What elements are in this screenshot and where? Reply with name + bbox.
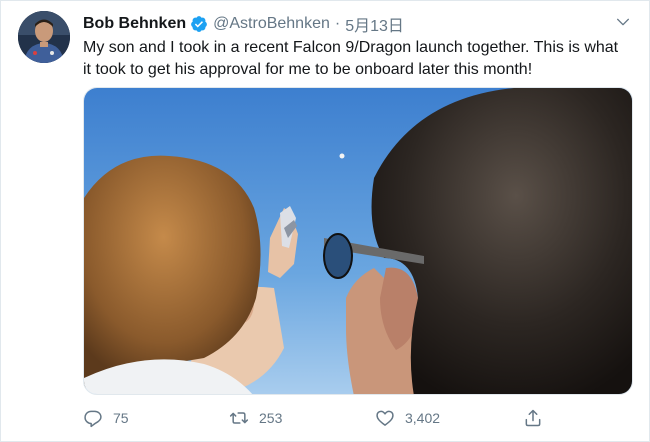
like-button[interactable]: 3,402 (375, 405, 440, 431)
tweet-header: Bob Behnken @AstroBehnken · 5月13日 (83, 13, 619, 35)
avatar[interactable] (18, 11, 70, 63)
tweet-actions: 75 253 3,402 (83, 405, 553, 431)
separator-dot: · (334, 15, 341, 32)
verified-badge-icon (191, 16, 207, 32)
like-count: 3,402 (405, 410, 441, 426)
tweet-card: Bob Behnken @AstroBehnken · 5月13日 My son… (0, 0, 650, 442)
author-handle[interactable]: @AstroBehnken (213, 15, 330, 33)
share-button[interactable] (523, 405, 553, 431)
reply-icon (84, 410, 102, 428)
avatar-image (18, 11, 70, 63)
photo-image (84, 88, 632, 394)
heart-icon (376, 410, 394, 426)
tweet-date[interactable]: 5月13日 (345, 12, 404, 36)
chevron-down-icon[interactable] (615, 14, 631, 30)
retweet-icon (229, 412, 249, 424)
reply-count: 75 (113, 410, 129, 426)
share-icon (525, 409, 541, 427)
retweet-count: 253 (259, 410, 283, 426)
author-name[interactable]: Bob Behnken (83, 15, 186, 33)
reply-button[interactable]: 75 (83, 405, 129, 431)
tweet-text: My son and I took in a recent Falcon 9/D… (83, 39, 619, 78)
retweet-button[interactable]: 253 (229, 405, 282, 431)
tweet-photo[interactable] (83, 87, 633, 395)
